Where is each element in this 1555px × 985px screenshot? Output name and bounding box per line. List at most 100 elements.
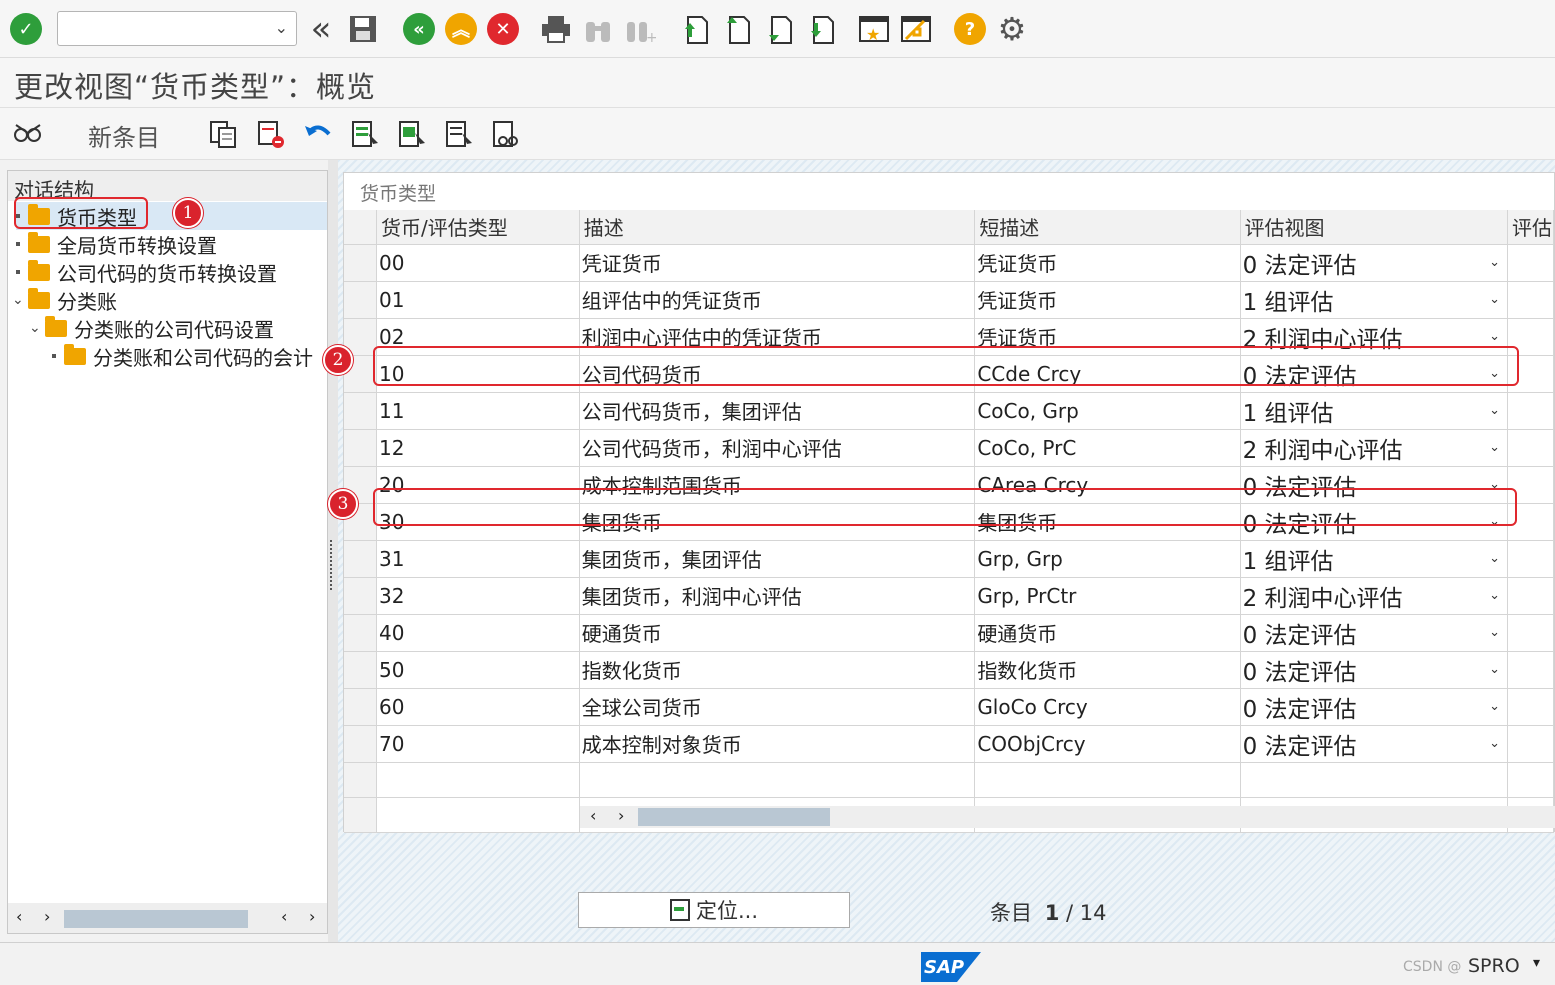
cell-short-description[interactable]: 凭证货币 — [974, 281, 1241, 319]
position-button[interactable]: 定位... — [578, 892, 850, 928]
cell-type[interactable]: 00 — [376, 244, 580, 282]
scroll-left-icon[interactable]: ‹ — [590, 806, 596, 825]
cell-short-description[interactable]: COObjCrcy — [974, 725, 1241, 763]
cell-description[interactable]: 凭证货币 — [579, 244, 976, 282]
command-field[interactable]: ⌄ — [57, 11, 297, 46]
splitter-grip[interactable] — [330, 540, 334, 590]
column-header-short-description[interactable]: 短描述 — [974, 210, 1241, 245]
cell-valuation-view[interactable]: 1 组评估 ⌄ — [1240, 540, 1508, 578]
cell-short-description[interactable]: CArea Crcy — [974, 466, 1241, 504]
deselect-all-icon[interactable] — [443, 118, 475, 150]
new-entries-button[interactable]: 新条目 — [88, 118, 160, 153]
cell-description[interactable]: 成本控制对象货币 — [579, 725, 976, 763]
cell-type[interactable]: 60 — [376, 688, 580, 726]
table-row[interactable]: 60 全球公司货币 GloCo Crcy 0 法定评估 ⌄ — [344, 688, 1555, 726]
cell-valuation[interactable] — [1507, 725, 1555, 763]
cell-valuation-view[interactable]: 0 法定评估 ⌄ — [1240, 651, 1508, 689]
cell-short-description[interactable]: 集团货币 — [974, 503, 1241, 541]
table-row[interactable]: 11 公司代码货币，集团评估 CoCo, Grp 1 组评估 ⌄ — [344, 392, 1555, 430]
empty-cell[interactable] — [376, 762, 580, 798]
chevron-down-icon[interactable]: ⌄ — [1489, 551, 1500, 566]
scroll-right-icon[interactable]: › — [44, 907, 50, 926]
chevron-down-icon[interactable]: ⌄ — [1489, 403, 1500, 418]
cell-type[interactable]: 12 — [376, 429, 580, 467]
copy-as-icon[interactable] — [207, 118, 239, 150]
chevron-down-icon[interactable]: ⌄ — [1489, 699, 1500, 714]
cell-short-description[interactable]: 凭证货币 — [974, 318, 1241, 356]
first-page-icon[interactable] — [678, 12, 712, 46]
cell-valuation[interactable] — [1507, 466, 1555, 504]
next-page-icon[interactable] — [762, 12, 796, 46]
print-icon[interactable] — [539, 12, 573, 46]
cell-valuation[interactable] — [1507, 651, 1555, 689]
cell-short-description[interactable]: 硬通货币 — [974, 614, 1241, 652]
delete-icon[interactable] — [255, 118, 287, 150]
cell-description[interactable]: 公司代码货币，利润中心评估 — [579, 429, 976, 467]
cell-type[interactable]: 31 — [376, 540, 580, 578]
scroll-right-icon[interactable]: › — [309, 907, 315, 926]
settings-icon[interactable]: ⚙ — [995, 10, 1029, 48]
chevron-down-icon[interactable]: ⌄ — [1489, 736, 1500, 751]
cell-description[interactable]: 利润中心评估中的凭证货币 — [579, 318, 976, 356]
undo-icon[interactable] — [302, 118, 334, 150]
table-row[interactable]: 31 集团货币，集团评估 Grp, Grp 1 组评估 ⌄ — [344, 540, 1555, 578]
scroll-left-icon[interactable]: ‹ — [16, 907, 22, 926]
chevron-down-icon[interactable]: ⌄ — [1489, 366, 1500, 381]
status-dropdown-icon[interactable]: ▾ — [1533, 955, 1540, 971]
cell-short-description[interactable]: Grp, Grp — [974, 540, 1241, 578]
cell-description[interactable]: 指数化货币 — [579, 651, 976, 689]
back-icon[interactable]: « — [304, 9, 338, 49]
chevron-down-icon[interactable]: ⌄ — [1489, 329, 1500, 344]
table-row[interactable]: 50 指数化货币 指数化货币 0 法定评估 ⌄ — [344, 651, 1555, 689]
column-header-type[interactable]: 货币/评估类型 — [376, 210, 580, 245]
table-row[interactable]: 30 集团货币 集团货币 0 法定评估 ⌄ — [344, 503, 1555, 541]
cell-short-description[interactable]: GloCo Crcy — [974, 688, 1241, 726]
column-header-valuation-view[interactable]: 评估视图 — [1240, 210, 1508, 245]
cancel-icon[interactable]: ✕ — [486, 12, 520, 46]
chevron-down-icon[interactable]: ⌄ — [1489, 662, 1500, 677]
tree-item-company-code-conversion[interactable]: 公司代码的货币转换设置 — [16, 258, 277, 286]
chevron-down-icon[interactable]: ⌄ — [1489, 440, 1500, 455]
cell-valuation[interactable] — [1507, 614, 1555, 652]
cell-valuation-view[interactable]: 2 利润中心评估 ⌄ — [1240, 577, 1508, 615]
chevron-down-icon[interactable]: ⌄ — [1489, 588, 1500, 603]
select-all-icon[interactable] — [349, 118, 381, 150]
table-row[interactable]: 10 公司代码货币 CCde Crcy 0 法定评估 ⌄ — [344, 355, 1555, 393]
row-selector[interactable] — [344, 651, 377, 689]
row-selector[interactable] — [344, 244, 377, 282]
cell-valuation[interactable] — [1507, 688, 1555, 726]
exit-icon[interactable]: ︽ — [444, 12, 478, 46]
tree-item-currency-types[interactable]: 货币类型 — [16, 202, 327, 230]
cell-valuation-view[interactable]: 0 法定评估 ⌄ — [1240, 725, 1508, 763]
cell-valuation[interactable] — [1507, 281, 1555, 319]
chevron-down-icon[interactable]: ⌄ — [1489, 625, 1500, 640]
cell-valuation[interactable] — [1507, 355, 1555, 393]
row-selector[interactable] — [344, 577, 377, 615]
tree-horizontal-scrollbar[interactable]: ‹ › ‹ › — [8, 903, 327, 933]
tree-item-global-currency-conversion[interactable]: 全局货币转换设置 — [16, 230, 217, 258]
empty-cell[interactable] — [974, 762, 1241, 798]
cell-valuation-view[interactable]: 0 法定评估 ⌄ — [1240, 503, 1508, 541]
cell-valuation[interactable] — [1507, 540, 1555, 578]
cell-type[interactable]: 20 — [376, 466, 580, 504]
chevron-down-icon[interactable]: ⌄ — [29, 320, 41, 336]
tree-item-ledger-company-code-accounting[interactable]: 分类账和公司代码的会计 — [52, 342, 327, 370]
table-row[interactable]: 32 集团货币，利润中心评估 Grp, PrCtr 2 利润中心评估 ⌄ — [344, 577, 1555, 615]
empty-cell[interactable] — [376, 797, 580, 833]
cell-valuation-view[interactable]: 0 法定评估 ⌄ — [1240, 688, 1508, 726]
column-header-description[interactable]: 描述 — [579, 210, 976, 245]
empty-cell[interactable] — [1507, 762, 1555, 798]
row-selector[interactable] — [344, 392, 377, 430]
cell-valuation[interactable] — [1507, 392, 1555, 430]
row-selector[interactable] — [344, 797, 377, 833]
cell-description[interactable]: 成本控制范围货币 — [579, 466, 976, 504]
back-green-icon[interactable]: « — [402, 12, 436, 46]
empty-cell[interactable] — [1240, 762, 1508, 798]
cell-valuation-view[interactable]: 2 利润中心评估 ⌄ — [1240, 429, 1508, 467]
row-selector[interactable] — [344, 540, 377, 578]
shortcut-icon[interactable] — [899, 12, 933, 46]
tree-item-ledger-company-code-settings[interactable]: ⌄ 分类账的公司代码设置 — [29, 314, 274, 342]
row-selector[interactable] — [344, 725, 377, 763]
row-selector[interactable] — [344, 762, 377, 798]
table-row[interactable]: 12 公司代码货币，利润中心评估 CoCo, PrC 2 利润中心评估 ⌄ — [344, 429, 1555, 467]
